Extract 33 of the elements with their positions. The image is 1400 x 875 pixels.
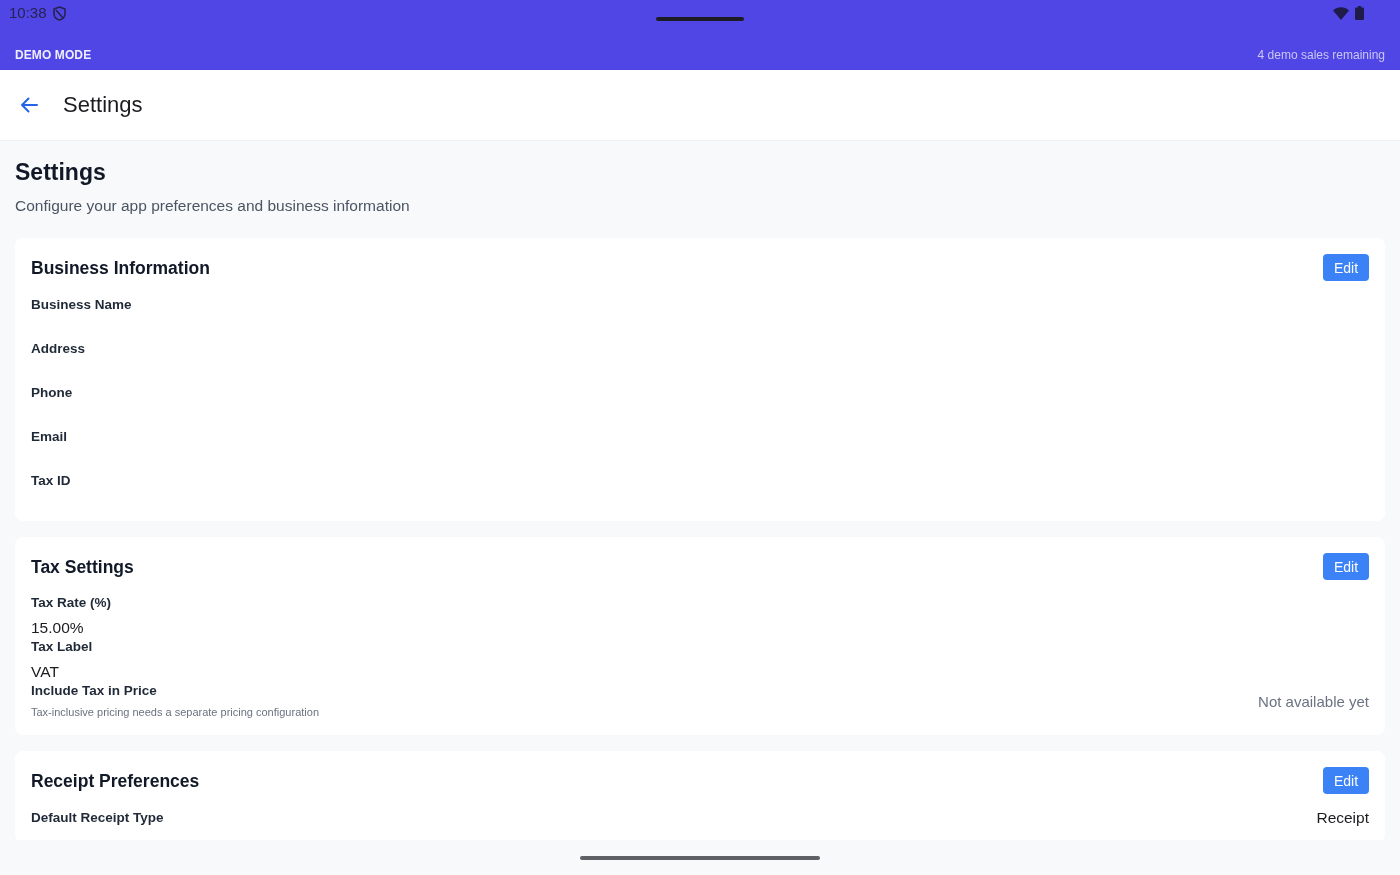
field-value: VAT (31, 662, 59, 682)
card-title: Tax Settings (31, 555, 134, 579)
field-label: Address (31, 340, 86, 358)
back-arrow-icon (20, 97, 38, 113)
app-bar-title: Settings (63, 92, 143, 118)
field-label: Include Tax in Price (31, 682, 157, 700)
field-label: Tax Label (31, 638, 93, 656)
field-label: Default Receipt Type (31, 809, 164, 827)
back-button[interactable] (18, 95, 40, 115)
field-label: Tax ID (31, 472, 71, 490)
field-label: Email (31, 428, 68, 446)
home-bar-icon (580, 855, 820, 860)
field-label: Tax Rate (%) (31, 594, 112, 612)
field-hint: Tax-inclusive pricing needs a separate pricing configuration (31, 705, 319, 720)
demo-mode-label: DEMO MODE (15, 48, 92, 62)
status-text: Not available yet (1258, 692, 1369, 710)
edit-button[interactable]: Edit (1323, 553, 1369, 580)
edit-button[interactable]: Edit (1323, 254, 1369, 281)
card-title: Business Information (31, 256, 210, 280)
demo-sales-remaining: 4 demo sales remaining (1257, 48, 1385, 62)
field-label: Business Name (31, 296, 132, 314)
field-label: Phone (31, 384, 73, 402)
battery-icon (1355, 6, 1364, 20)
shield-icon (52, 5, 66, 21)
field-value: Receipt (1316, 809, 1369, 827)
pill-bar-icon (656, 17, 744, 21)
page-heading: Settings (15, 158, 107, 187)
card-title: Receipt Preferences (31, 769, 200, 793)
field-value: 15.00% (31, 618, 84, 638)
page-subtitle: Configure your app preferences and business information (15, 196, 411, 216)
edit-button[interactable]: Edit (1323, 767, 1369, 794)
wifi-icon (1333, 6, 1349, 20)
status-time: 10:38 (9, 3, 47, 23)
